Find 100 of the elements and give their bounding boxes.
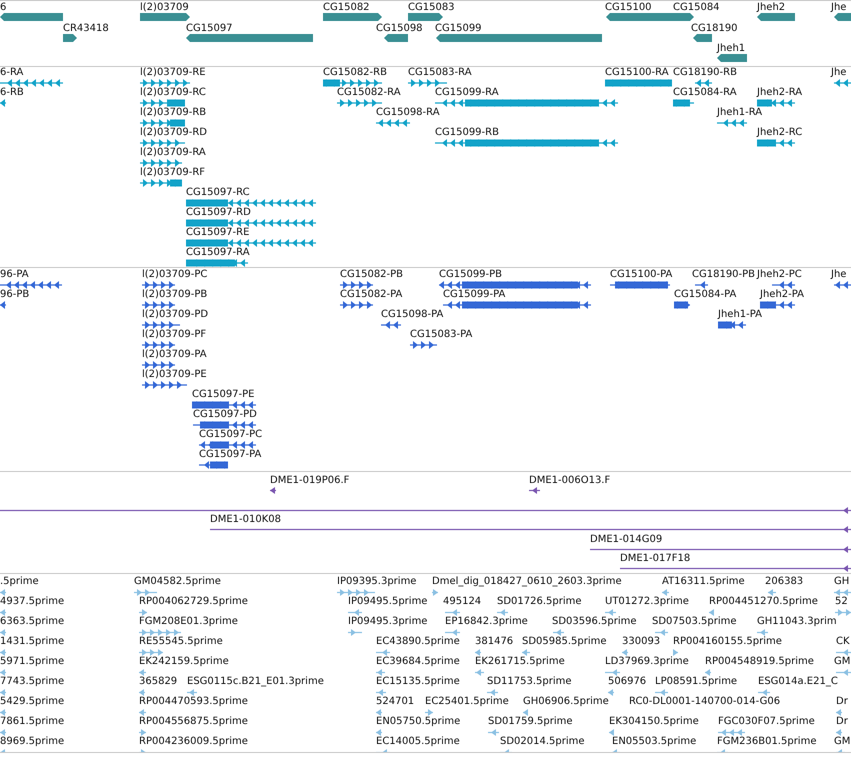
- est-label: 5971.5prime: [0, 656, 64, 668]
- est-label: EC39684.5prime: [376, 656, 460, 668]
- est-label: GH: [834, 576, 850, 588]
- transcript-label: CG15099-RA: [435, 87, 499, 99]
- est-label: .5prime: [0, 576, 39, 588]
- protein-label: CG18190-PB: [692, 269, 756, 281]
- transcript-label: 6-RA: [0, 67, 24, 79]
- est-label: ESG014a.E21_C: [758, 676, 838, 688]
- transcript-label: l(2)03709-RD: [140, 127, 208, 139]
- gene-label: 6: [0, 2, 6, 14]
- est-label: 6363.5prime: [0, 616, 64, 628]
- transcript-label: Jhe: [831, 67, 846, 79]
- est-label: 5429.5prime: [0, 696, 64, 708]
- est-label: SD01726.5prime: [497, 596, 582, 608]
- est-label: EK242159.5prime: [139, 656, 229, 668]
- protein-label: CG15097-PE: [192, 389, 254, 401]
- est-label: 1431.5prime: [0, 636, 64, 648]
- transcript-label: Jheh1-RA: [717, 107, 762, 119]
- transcript-label: CG15098-RA: [376, 107, 440, 119]
- est-label: IP09395.3prime: [337, 576, 416, 588]
- protein-label: l(2)03709-PF: [142, 329, 206, 341]
- protein-label: Jheh2-PC: [757, 269, 802, 281]
- est-label: AT16311.5prime: [662, 576, 745, 588]
- transcript-label: CG15099-RB: [435, 127, 499, 139]
- transcript-label: l(2)03709-RA: [140, 147, 206, 159]
- protein-label: CG15100-PA: [610, 269, 672, 281]
- clone-label: DME1-014G09: [590, 534, 662, 546]
- protein-label: l(2)03709-PB: [142, 289, 208, 301]
- gene-label: CG15082: [323, 2, 370, 14]
- gene-label: CG15098: [376, 22, 423, 34]
- est-label: LP08591.5prime: [655, 676, 738, 688]
- est-label: 506976: [608, 676, 646, 688]
- est-label: EN05750.5prime: [376, 716, 460, 728]
- est-label: CK: [836, 636, 850, 648]
- est-label: IP09495.5prime: [348, 596, 428, 608]
- est-label: FGM208E01.3prime: [139, 616, 238, 628]
- transcript-label: CG15097-RE: [186, 227, 250, 239]
- est-label: EP16842.3prime: [445, 616, 528, 628]
- transcript-label: CG18190-RB: [673, 67, 737, 79]
- est-label: 52: [835, 596, 848, 608]
- est-label: RC0-DL0001-140700-014-G06: [629, 696, 780, 708]
- est-label: 7861.5prime: [0, 716, 64, 728]
- transcript-label: CG15082-RA: [337, 87, 401, 99]
- transcript-label: l(2)03709-RC: [140, 87, 206, 99]
- est-label: SD03596.5prime: [552, 616, 637, 628]
- transcript-label: Jheh2-RC: [757, 127, 802, 139]
- transcript-label: CG15084-RA: [673, 87, 737, 99]
- est-label: SD11753.5prime: [487, 676, 572, 688]
- protein-label: l(2)03709-PE: [142, 369, 207, 381]
- est-label: 206383: [765, 576, 804, 588]
- est-label: FGC030F07.5prime: [718, 716, 815, 728]
- est-label: EC15135.5prime: [376, 676, 460, 688]
- est-label: RE55545.5prime: [139, 636, 223, 648]
- est-label: EC14005.5prime: [376, 736, 460, 748]
- est-label: 8969.5prime: [0, 736, 64, 748]
- est-label: SD01759.5prime: [488, 716, 573, 728]
- transcript-label: CG15082-RB: [323, 67, 387, 79]
- est-label: SD02014.5prime: [500, 736, 585, 748]
- protein-label: 96-PA: [0, 269, 29, 281]
- est-label: Dr: [836, 716, 848, 728]
- est-label: SD07503.5prime: [652, 616, 737, 628]
- est-label: EC43890.5prime: [376, 636, 460, 648]
- protein-label: CG15084-PA: [674, 289, 736, 301]
- protein-label: Jhe: [831, 269, 846, 281]
- protein-label: CG15099-PA: [443, 289, 506, 301]
- transcript-label: l(2)03709-RF: [140, 167, 206, 179]
- protein-label: Jheh1-PA: [718, 309, 762, 321]
- protein-label: 96-PB: [0, 289, 30, 301]
- est-label: RP004451270.5prime: [709, 596, 818, 608]
- transcript-label: 6-RB: [0, 87, 24, 99]
- est-label: FGM236B01.5prime: [717, 736, 816, 748]
- protein-label: Jheh2-PA: [760, 289, 804, 301]
- gene-label: Jheh1: [717, 43, 746, 55]
- protein-label: CG15097-PC: [199, 429, 262, 441]
- est-label: UT01272.3prime: [605, 596, 689, 608]
- protein-label: CG15083-PA: [410, 329, 472, 341]
- est-label: 495124: [443, 596, 482, 608]
- protein-label: CG15099-PB: [439, 269, 502, 281]
- transcript-label: l(2)03709-RE: [140, 67, 206, 79]
- est-label: GH06906.5prime: [523, 696, 609, 708]
- est-label: 365829: [139, 676, 178, 688]
- est-label: EN05503.5prime: [612, 736, 696, 748]
- transcript-label: CG15097-RD: [186, 207, 251, 219]
- protein-label: l(2)03709-PA: [142, 349, 207, 361]
- protein-label: CG15097-PD: [193, 409, 257, 421]
- gene-label: Jheh2: [757, 2, 786, 14]
- est-label: GM: [834, 736, 850, 748]
- clone-label: DME1-010K08: [210, 514, 281, 526]
- transcript-label: CG15097-RC: [186, 187, 250, 199]
- gene-label: CG15100: [605, 2, 652, 14]
- clone-label: DME1-006O13.F: [529, 475, 610, 487]
- est-label: Dr: [836, 696, 848, 708]
- transcript-label: CG15100-RA: [605, 67, 669, 79]
- est-label: 4937.5prime: [0, 596, 64, 608]
- est-label: 381476: [475, 636, 514, 648]
- protein-label: l(2)03709-PD: [142, 309, 208, 321]
- est-label: EK304150.5prime: [609, 716, 699, 728]
- clone-label: DME1-019P06.F: [270, 475, 350, 487]
- est-label: RP004236009.5prime: [139, 736, 248, 748]
- gene-label: CG15084: [673, 2, 720, 14]
